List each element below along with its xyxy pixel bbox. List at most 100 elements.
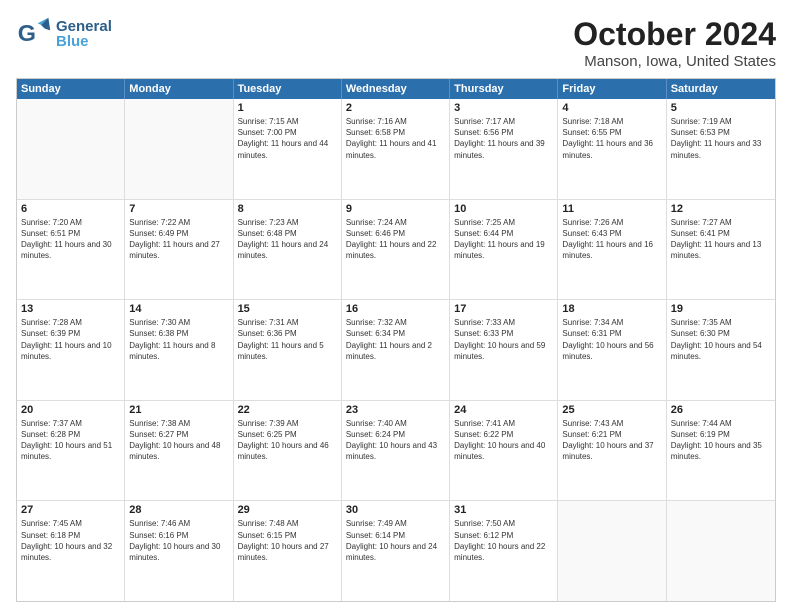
calendar-body: 1Sunrise: 7:15 AM Sunset: 7:00 PM Daylig… xyxy=(17,99,775,601)
calendar-cell: 24Sunrise: 7:41 AM Sunset: 6:22 PM Dayli… xyxy=(450,401,558,501)
day-number: 19 xyxy=(671,303,771,315)
day-info: Sunrise: 7:15 AM Sunset: 7:00 PM Dayligh… xyxy=(238,116,337,161)
calendar-cell: 22 Sunrise: 7:39 AM Sunset: 6:25 PM Dayli… xyxy=(234,401,342,501)
day-info: Sunrise: 7:45 AM Sunset: 6:18 PM Dayligh… xyxy=(21,518,120,563)
calendar-week-3: 13Sunrise: 7:28 AM Sunset: 6:39 PM Dayli… xyxy=(17,300,775,401)
subtitle: Manson, Iowa, United States xyxy=(573,53,776,70)
day-number: 8 xyxy=(238,203,337,215)
day-info: Sunrise: 7:26 AM Sunset: 6:43 PM Dayligh… xyxy=(562,217,661,262)
calendar-header-thursday: Thursday xyxy=(450,79,558,99)
day-number: 18 xyxy=(562,303,661,315)
day-number: 9 xyxy=(346,203,445,215)
day-info: Sunrise: 7:33 AM Sunset: 6:33 PM Dayligh… xyxy=(454,317,553,362)
calendar-header-saturday: Saturday xyxy=(667,79,775,99)
calendar-cell: 4 Sunrise: 7:18 AM Sunset: 6:55 PM Daylig… xyxy=(558,99,666,199)
day-info: Sunrise: 7:40 AM Sunset: 6:24 PM Dayligh… xyxy=(346,418,445,463)
calendar-header-wednesday: Wednesday xyxy=(342,79,450,99)
calendar-cell: 7 Sunrise: 7:22 AM Sunset: 6:49 PM Daylig… xyxy=(125,200,233,300)
day-info: Sunrise: 7:38 AM Sunset: 6:27 PM Dayligh… xyxy=(129,418,228,463)
main-title: October 2024 xyxy=(573,16,776,53)
day-info: Sunrise: 7:28 AM Sunset: 6:39 PM Dayligh… xyxy=(21,317,120,362)
day-number: 11 xyxy=(562,203,661,215)
calendar-cell: 28 Sunrise: 7:46 AM Sunset: 6:16 PM Dayli… xyxy=(125,501,233,601)
logo-icon: G xyxy=(16,16,52,52)
calendar-cell: 15Sunrise: 7:31 AM Sunset: 6:36 PM Dayli… xyxy=(234,300,342,400)
calendar-cell: 6Sunrise: 7:20 AM Sunset: 6:51 PM Daylig… xyxy=(17,200,125,300)
day-number: 15 xyxy=(238,303,337,315)
calendar-cell xyxy=(125,99,233,199)
day-info: Sunrise: 7:37 AM Sunset: 6:28 PM Dayligh… xyxy=(21,418,120,463)
calendar-cell: 14Sunrise: 7:30 AM Sunset: 6:38 PM Dayli… xyxy=(125,300,233,400)
calendar-header-monday: Monday xyxy=(125,79,233,99)
calendar-cell: 8 Sunrise: 7:23 AM Sunset: 6:48 PM Daylig… xyxy=(234,200,342,300)
logo: G General Blue xyxy=(16,16,112,52)
day-info: Sunrise: 7:35 AM Sunset: 6:30 PM Dayligh… xyxy=(671,317,771,362)
calendar-cell: 1Sunrise: 7:15 AM Sunset: 7:00 PM Daylig… xyxy=(234,99,342,199)
calendar-cell: 18 Sunrise: 7:34 AM Sunset: 6:31 PM Dayli… xyxy=(558,300,666,400)
day-number: 17 xyxy=(454,303,553,315)
calendar-cell: 19 Sunrise: 7:35 AM Sunset: 6:30 PM Dayli… xyxy=(667,300,775,400)
calendar-cell: 30 Sunrise: 7:49 AM Sunset: 6:14 PM Dayli… xyxy=(342,501,450,601)
day-info: Sunrise: 7:24 AM Sunset: 6:46 PM Dayligh… xyxy=(346,217,445,262)
day-info: Sunrise: 7:19 AM Sunset: 6:53 PM Dayligh… xyxy=(671,116,771,161)
calendar-cell xyxy=(667,501,775,601)
title-area: October 2024 Manson, Iowa, United States xyxy=(573,16,776,70)
calendar-cell: 9 Sunrise: 7:24 AM Sunset: 6:46 PM Daylig… xyxy=(342,200,450,300)
day-info: Sunrise: 7:44 AM Sunset: 6:19 PM Dayligh… xyxy=(671,418,771,463)
day-info: Sunrise: 7:48 AM Sunset: 6:15 PM Dayligh… xyxy=(238,518,337,563)
logo-words: General Blue xyxy=(56,19,112,49)
day-number: 25 xyxy=(562,404,661,416)
day-number: 4 xyxy=(562,102,661,114)
day-number: 28 xyxy=(129,504,228,516)
day-number: 27 xyxy=(21,504,120,516)
calendar-header-sunday: Sunday xyxy=(17,79,125,99)
day-number: 16 xyxy=(346,303,445,315)
day-info: Sunrise: 7:32 AM Sunset: 6:34 PM Dayligh… xyxy=(346,317,445,362)
calendar-cell: 25 Sunrise: 7:43 AM Sunset: 6:21 PM Dayli… xyxy=(558,401,666,501)
logo-blue-text: Blue xyxy=(56,34,112,49)
day-info: Sunrise: 7:49 AM Sunset: 6:14 PM Dayligh… xyxy=(346,518,445,563)
day-info: Sunrise: 7:39 AM Sunset: 6:25 PM Dayligh… xyxy=(238,418,337,463)
calendar-cell: 2 Sunrise: 7:16 AM Sunset: 6:58 PM Daylig… xyxy=(342,99,450,199)
day-info: Sunrise: 7:43 AM Sunset: 6:21 PM Dayligh… xyxy=(562,418,661,463)
day-number: 22 xyxy=(238,404,337,416)
calendar-week-1: 1Sunrise: 7:15 AM Sunset: 7:00 PM Daylig… xyxy=(17,99,775,200)
calendar-cell: 16 Sunrise: 7:32 AM Sunset: 6:34 PM Dayli… xyxy=(342,300,450,400)
day-info: Sunrise: 7:34 AM Sunset: 6:31 PM Dayligh… xyxy=(562,317,661,362)
day-info: Sunrise: 7:50 AM Sunset: 6:12 PM Dayligh… xyxy=(454,518,553,563)
day-number: 29 xyxy=(238,504,337,516)
day-info: Sunrise: 7:27 AM Sunset: 6:41 PM Dayligh… xyxy=(671,217,771,262)
day-info: Sunrise: 7:16 AM Sunset: 6:58 PM Dayligh… xyxy=(346,116,445,161)
day-number: 7 xyxy=(129,203,228,215)
day-info: Sunrise: 7:22 AM Sunset: 6:49 PM Dayligh… xyxy=(129,217,228,262)
calendar-cell: 5Sunrise: 7:19 AM Sunset: 6:53 PM Daylig… xyxy=(667,99,775,199)
day-info: Sunrise: 7:17 AM Sunset: 6:56 PM Dayligh… xyxy=(454,116,553,161)
calendar-cell: 26Sunrise: 7:44 AM Sunset: 6:19 PM Dayli… xyxy=(667,401,775,501)
day-number: 12 xyxy=(671,203,771,215)
calendar-week-5: 27 Sunrise: 7:45 AM Sunset: 6:18 PM Dayli… xyxy=(17,501,775,601)
calendar-cell: 3 Sunrise: 7:17 AM Sunset: 6:56 PM Daylig… xyxy=(450,99,558,199)
day-number: 21 xyxy=(129,404,228,416)
day-info: Sunrise: 7:46 AM Sunset: 6:16 PM Dayligh… xyxy=(129,518,228,563)
page: G General Blue October 2024 Manson, Iowa… xyxy=(0,0,792,612)
day-number: 3 xyxy=(454,102,553,114)
calendar-cell: 10Sunrise: 7:25 AM Sunset: 6:44 PM Dayli… xyxy=(450,200,558,300)
calendar-week-2: 6Sunrise: 7:20 AM Sunset: 6:51 PM Daylig… xyxy=(17,200,775,301)
day-number: 30 xyxy=(346,504,445,516)
svg-text:G: G xyxy=(18,20,36,46)
calendar-cell: 13Sunrise: 7:28 AM Sunset: 6:39 PM Dayli… xyxy=(17,300,125,400)
day-number: 10 xyxy=(454,203,553,215)
calendar-cell: 17 Sunrise: 7:33 AM Sunset: 6:33 PM Dayli… xyxy=(450,300,558,400)
day-number: 2 xyxy=(346,102,445,114)
calendar-cell: 11 Sunrise: 7:26 AM Sunset: 6:43 PM Dayli… xyxy=(558,200,666,300)
calendar-cell: 29 Sunrise: 7:48 AM Sunset: 6:15 PM Dayli… xyxy=(234,501,342,601)
calendar: SundayMondayTuesdayWednesdayThursdayFrid… xyxy=(16,78,776,602)
calendar-cell: 23Sunrise: 7:40 AM Sunset: 6:24 PM Dayli… xyxy=(342,401,450,501)
calendar-cell: 20 Sunrise: 7:37 AM Sunset: 6:28 PM Dayli… xyxy=(17,401,125,501)
day-info: Sunrise: 7:18 AM Sunset: 6:55 PM Dayligh… xyxy=(562,116,661,161)
day-number: 20 xyxy=(21,404,120,416)
calendar-cell xyxy=(17,99,125,199)
day-info: Sunrise: 7:23 AM Sunset: 6:48 PM Dayligh… xyxy=(238,217,337,262)
calendar-cell: 27 Sunrise: 7:45 AM Sunset: 6:18 PM Dayli… xyxy=(17,501,125,601)
logo-general-text: General xyxy=(56,19,112,34)
